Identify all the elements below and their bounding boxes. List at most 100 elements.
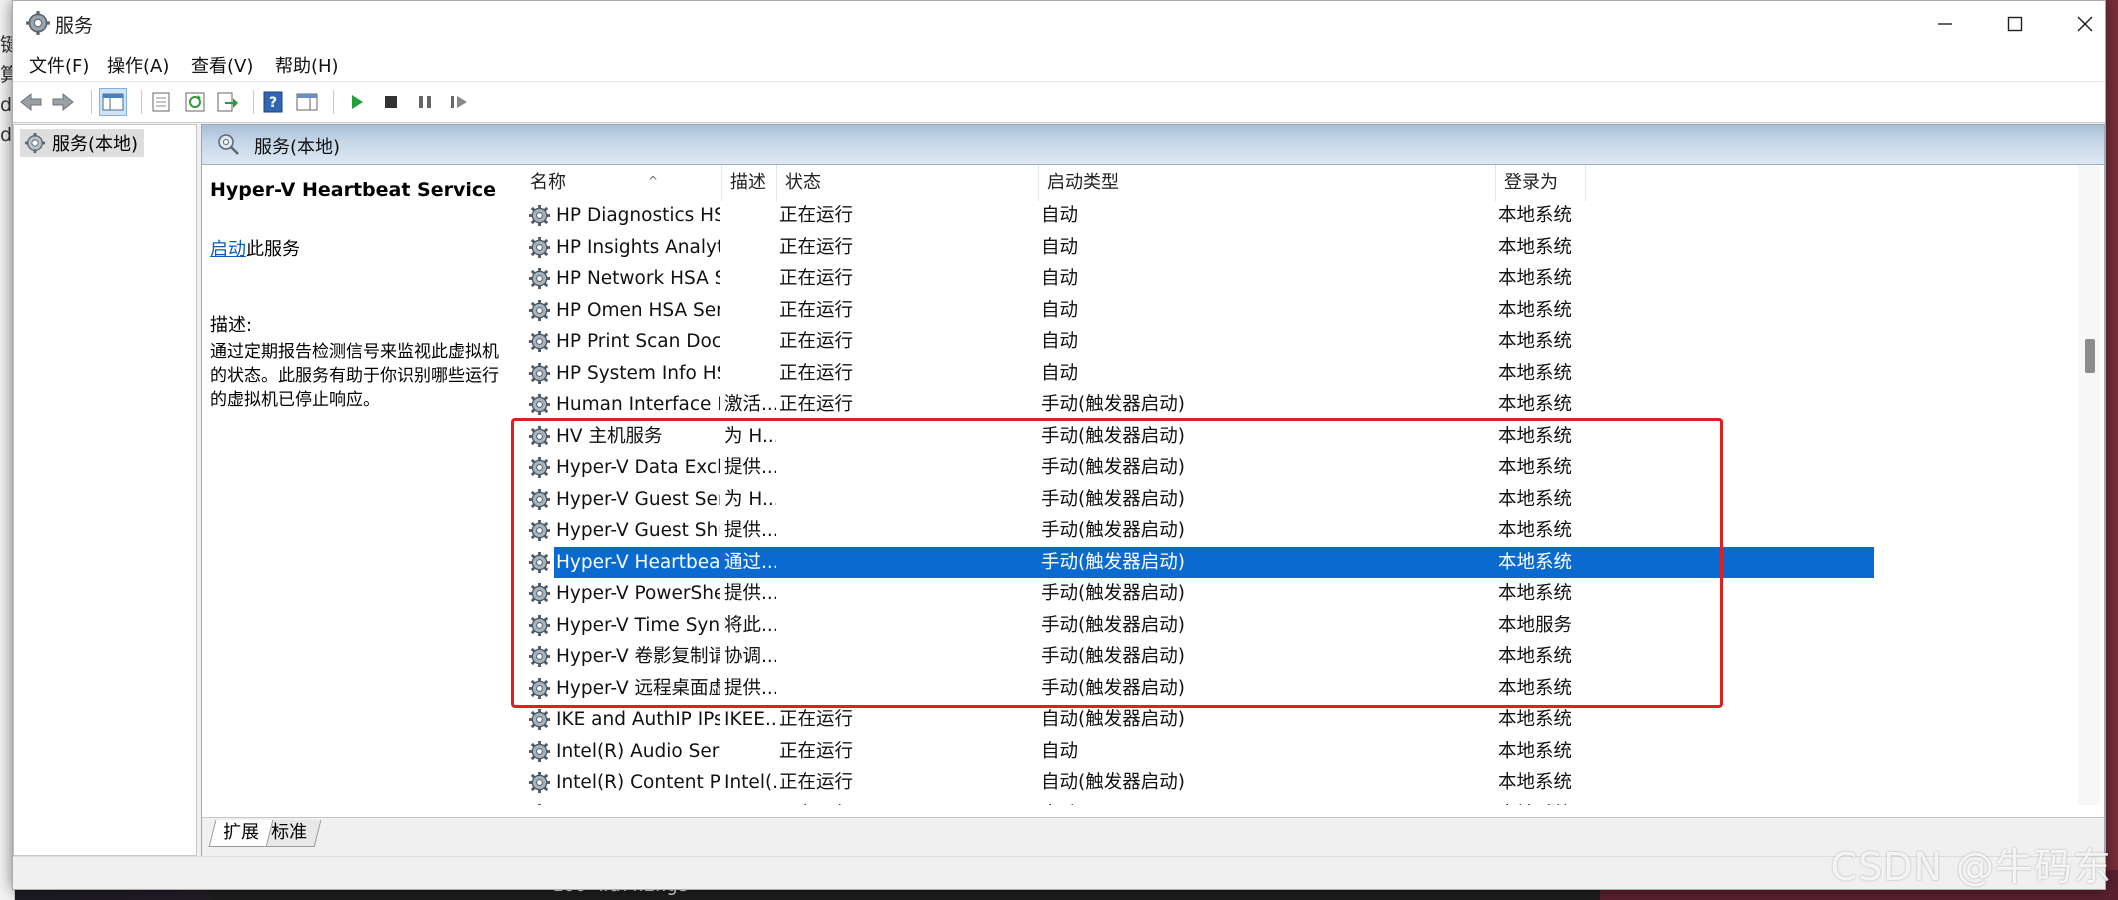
help-button[interactable]: ? [259,88,287,116]
cell-startup: 自动 [1041,331,1079,352]
gear-icon [538,803,541,805]
table-row[interactable]: HP Print Scan Doctor Service 正在运行 自动 本地系统 [522,326,1874,357]
refresh-button[interactable] [181,88,209,116]
cell-startup: 自动(触发器启动) [1041,772,1185,793]
table-row[interactable]: Hyper-V Time Synchroniza...将此... 手动(触发器启动… [522,610,1874,641]
cell-desc: 提供... [724,677,776,699]
table-row[interactable]: Intel(R) Dynamic Applicati... Intel(...正在… [522,799,1874,805]
export-list-button[interactable] [213,88,241,116]
table-row[interactable]: Human Interface Device S...激活...正在运行 手动(触… [522,389,1874,420]
cell-startup: 手动(触发器启动) [1041,583,1185,604]
close-button[interactable] [2050,1,2118,47]
table-row-selected[interactable]: Hyper-V Heartbeat Service通过... 手动(触发器启动) 本… [522,546,1874,578]
gear-icon [528,393,551,416]
cell-desc [724,200,776,231]
table-row[interactable]: HP Diagnostics HSA Service 正在运行 自动 本地系统 [522,200,1874,231]
table-row[interactable]: HP Insights Analytics 正在运行 自动 本地系统 [522,232,1874,263]
cell-startup: 自动 [1041,362,1079,384]
menu-help[interactable]: 帮助(H) [275,52,339,78]
stop-service-button[interactable] [377,88,405,116]
services-window: 服务 文件(F) 操作(A) 查看(V) 帮助(H) ? 服务(本地) 服务(本… [12,0,2106,890]
menu-file[interactable]: 文件(F) [29,52,89,78]
tab-extended[interactable]: 扩展 [208,820,274,847]
start-service-link[interactable]: 启动 [210,239,246,260]
extended-description-panel: Hyper-V Heartbeat Service 启动此服务 描述: 通过定期… [202,165,502,805]
minimize-button[interactable] [1910,1,1980,47]
restart-service-button[interactable] [445,88,473,116]
column-header-label: 启动类型 [1047,172,1119,193]
column-header-name[interactable]: 名称 ^ [522,165,722,201]
table-row[interactable]: HP Omen HSA Service 正在运行 自动 本地系统 [522,295,1874,326]
cell-startup: 自动 [1041,299,1079,321]
gear-icon [528,236,551,258]
cell-name: HP Diagnostics HSA Service [556,205,720,226]
cell-logon: 本地系统 [1498,331,1573,352]
cell-desc [724,295,776,326]
pane-header: 服务(本地) [202,125,2104,165]
vertical-scrollbar[interactable] [2078,165,2100,805]
cell-desc: 通过... [724,551,776,573]
cell-status: 正在运行 [779,331,854,352]
cell-status [779,452,1029,483]
table-row[interactable]: Hyper-V Guest Service Int...为 H... 手动(触发器… [522,484,1874,515]
cell-startup: 手动(触发器启动) [1041,488,1185,510]
table-row[interactable]: Hyper-V PowerShell Direct...提供... 手动(触发器启… [522,578,1874,609]
gear-icon [528,519,551,542]
table-row[interactable]: HV 主机服务 为 H... 手动(触发器启动) 本地系统 [522,421,1874,452]
start-service-button[interactable] [343,88,371,116]
maximize-button[interactable] [1980,1,2050,47]
column-header-label: 状态 [785,172,821,193]
table-row[interactable]: HP System Info HSA Service 正在运行 自动 本地系统 [522,358,1874,389]
table-row[interactable]: HP Network HSA Service 正在运行 自动 本地系统 [522,263,1874,294]
back-button[interactable] [17,88,45,116]
scrollbar-thumb[interactable] [2085,339,2095,373]
gear-icon [528,330,551,353]
table-row[interactable]: Intel(R) Content Protection...Intel(...正… [522,767,1874,798]
table-row[interactable]: Intel(R) Audio Service 正在运行 自动 本地系统 [522,736,1874,767]
properties-icon [152,92,170,112]
column-header-startup-type[interactable]: 启动类型 [1039,165,1496,201]
pause-service-button[interactable] [411,88,439,116]
title-bar[interactable]: 服务 [13,1,2105,47]
show-hide-console-tree-button[interactable] [99,88,127,116]
column-header-logon-as[interactable]: 登录为 [1496,165,1586,201]
column-header-description[interactable]: 描述 [722,165,777,201]
close-icon [2077,16,2093,32]
cell-logon: 本地服务 [1498,614,1573,636]
stop-icon [385,96,397,108]
properties-button[interactable] [147,88,175,116]
cell-name: HP System Info HSA Service [556,362,720,384]
table-row[interactable]: IKE and AuthIP IPsec Keyin...IKEE...正在运行… [522,704,1874,735]
cell-logon: 本地系统 [1498,268,1573,289]
gear-icon [24,132,46,154]
cell-desc [724,326,776,357]
cell-desc: 将此... [724,614,776,636]
table-row[interactable]: Hyper-V 卷影复制请求程序协调... 手动(触发器启动) 本地系统 [522,641,1874,672]
forward-button[interactable] [49,88,77,116]
toolbar-separator [91,90,92,114]
gear-icon [528,425,551,447]
menu-view[interactable]: 查看(V) [191,52,253,78]
cell-desc: IKEE... [724,709,776,730]
cell-status [779,578,1029,609]
view-tabs: 扩展 标准 [202,817,2104,856]
column-header-label: 登录为 [1504,172,1558,193]
gear-icon [528,582,551,605]
column-header-status[interactable]: 状态 [777,165,1039,201]
cell-name: Hyper-V Guest Shutdown ... [556,520,720,541]
svg-text:?: ? [269,95,277,111]
table-row[interactable]: Hyper-V Guest Shutdown ...提供... 手动(触发器启动)… [522,515,1874,546]
minimize-icon [1938,23,1952,25]
menu-action[interactable]: 操作(A) [107,52,169,78]
cell-name: Intel(R) Content Protection... [556,772,720,793]
table-row[interactable]: Hyper-V Data Exchange Se...提供... 手动(触发器启动… [522,452,1874,483]
column-header-label: 名称 [530,172,566,193]
tree-item-services-local[interactable]: 服务(本地) [20,129,145,157]
table-row[interactable]: Hyper-V 远程桌面虚拟化服...提供... 手动(触发器启动) 本地系统 [522,673,1874,704]
services-pane: 服务(本地) Hyper-V Heartbeat Service 启动此服务 描… [201,124,2105,856]
cell-status [779,673,1029,704]
show-action-pane-button[interactable] [293,88,321,116]
cell-logon: 本地系统 [1498,772,1573,793]
window-title: 服务 [55,15,94,37]
gear-icon [528,362,551,384]
